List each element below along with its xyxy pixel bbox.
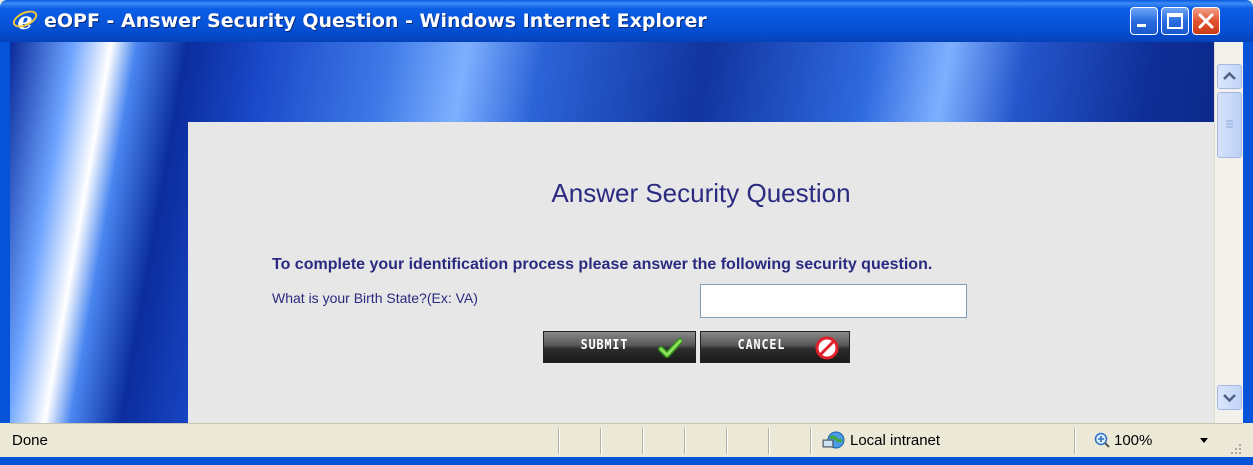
intranet-globe-icon [822, 431, 845, 449]
status-separator [768, 428, 770, 454]
status-text: Done [12, 432, 48, 449]
status-separator [726, 428, 728, 454]
window-frame-left [0, 42, 10, 423]
status-separator [1074, 428, 1076, 454]
zoom-icon [1094, 432, 1110, 448]
resize-grip-icon[interactable] [1230, 440, 1242, 454]
checkmark-icon [658, 338, 682, 358]
browser-window: e eOPF - Answer Security Question - Wind… [0, 0, 1253, 465]
close-icon [1198, 13, 1214, 29]
submit-label: SUBMIT [580, 338, 629, 353]
security-answer-input[interactable] [700, 284, 967, 318]
ie-logo-icon: e [10, 7, 40, 34]
status-separator [684, 428, 686, 454]
scroll-up-button[interactable] [1217, 64, 1242, 89]
security-question-label: What is your Birth State?(Ex: VA) [272, 290, 478, 306]
title-bar[interactable]: e eOPF - Answer Security Question - Wind… [0, 0, 1253, 42]
close-button[interactable] [1192, 7, 1220, 35]
page-viewport: Answer Security Question To complete you… [10, 42, 1214, 423]
scroll-thumb[interactable] [1217, 92, 1242, 158]
window-frame-bottom [0, 457, 1253, 465]
cancel-button[interactable]: CANCEL [700, 331, 850, 363]
status-separator [810, 428, 812, 454]
status-separator [600, 428, 602, 454]
grip-lines-icon [1226, 120, 1233, 128]
window-title: eOPF - Answer Security Question - Window… [44, 10, 707, 32]
prohibited-icon [815, 336, 839, 360]
page-title: Answer Security Question [551, 178, 851, 208]
window-frame-right [1243, 42, 1253, 423]
security-zone-label: Local intranet [850, 432, 941, 449]
instruction-text: To complete your identification process … [272, 256, 933, 273]
minimize-button[interactable] [1130, 7, 1158, 35]
status-bar: Done Local intranet 100% [10, 423, 1243, 457]
vertical-scrollbar[interactable] [1214, 42, 1243, 423]
chevron-down-icon [1223, 394, 1236, 403]
maximize-icon [1167, 13, 1183, 29]
cancel-label: CANCEL [737, 338, 786, 353]
security-question-panel: Answer Security Question To complete you… [188, 122, 1214, 423]
scroll-down-button[interactable] [1217, 385, 1242, 410]
status-separator [558, 428, 560, 454]
zoom-label: 100% [1114, 432, 1153, 449]
zoom-dropdown-icon[interactable] [1200, 438, 1208, 443]
status-separator [642, 428, 644, 454]
submit-button[interactable]: SUBMIT [543, 331, 696, 363]
minimize-icon [1137, 24, 1146, 27]
maximize-button[interactable] [1161, 7, 1189, 35]
chevron-up-icon [1223, 71, 1236, 80]
